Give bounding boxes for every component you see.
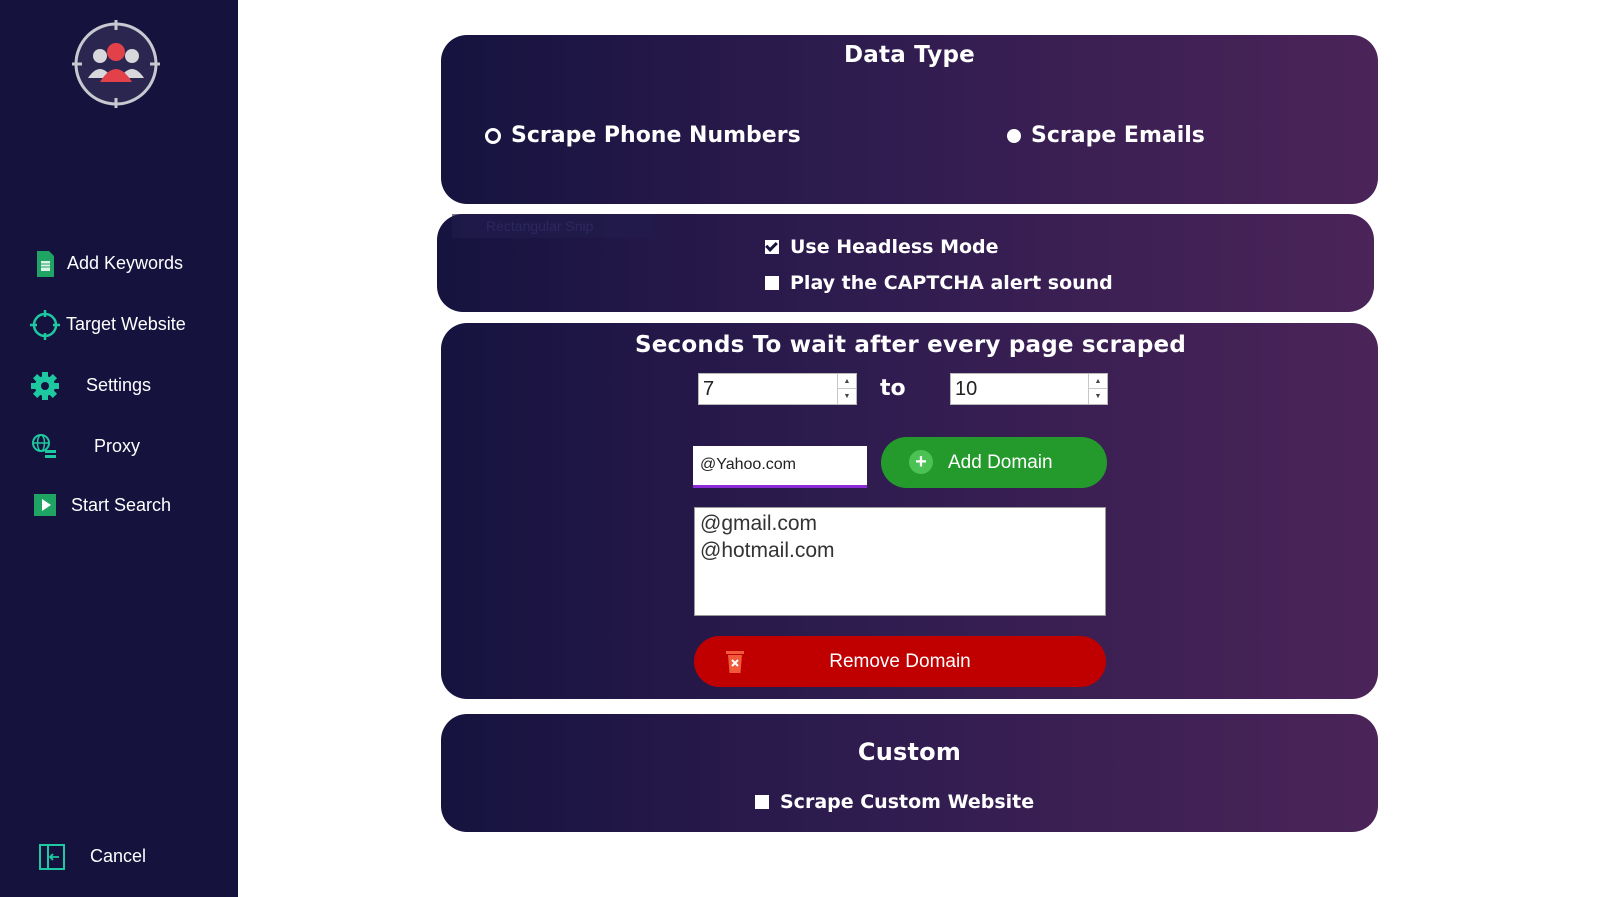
- remove-domain-button[interactable]: Remove Domain: [694, 636, 1106, 687]
- remove-domain-label: Remove Domain: [829, 651, 971, 672]
- sidebar: Add Keywords Target Website Settings Pro…: [0, 0, 238, 897]
- add-domain-button[interactable]: + Add Domain: [881, 437, 1107, 488]
- gear-icon: [31, 372, 59, 400]
- radio-scrape-phone-numbers[interactable]: Scrape Phone Numbers: [485, 123, 801, 148]
- radio-label: Scrape Emails: [1031, 123, 1205, 148]
- plus-icon: +: [909, 450, 933, 474]
- stepper-down-icon[interactable]: ▼: [1089, 389, 1107, 404]
- radio-label: Scrape Phone Numbers: [511, 123, 801, 148]
- add-domain-label: Add Domain: [948, 452, 1053, 473]
- data-type-panel: Data Type Scrape Phone Numbers Scrape Em…: [441, 35, 1378, 204]
- sidebar-item-start-search[interactable]: Start Search: [0, 485, 238, 525]
- cancel-label: Cancel: [90, 846, 147, 866]
- checkbox-captcha-sound[interactable]: Play the CAPTCHA alert sound: [765, 272, 1113, 294]
- panel-title: Data Type: [844, 42, 975, 68]
- min-seconds-value: 7: [703, 378, 715, 400]
- spreadsheet-icon: [37, 251, 54, 277]
- sidebar-item-label: Settings: [86, 375, 152, 395]
- checkbox-box: [765, 276, 779, 290]
- sidebar-item-label: Start Search: [71, 495, 172, 515]
- checkbox-label: Use Headless Mode: [790, 236, 999, 258]
- exit-icon: [39, 844, 65, 870]
- stepper-buttons[interactable]: ▲ ▼: [1088, 374, 1107, 404]
- sidebar-item-settings[interactable]: Settings: [0, 365, 238, 405]
- checkbox-box: [765, 240, 779, 254]
- stepper-up-icon[interactable]: ▲: [838, 374, 856, 389]
- panel-title: Seconds To wait after every page scraped: [634, 332, 1186, 358]
- sidebar-item-label: Add Keywords: [67, 253, 184, 273]
- checkbox-scrape-custom-website[interactable]: Scrape Custom Website: [755, 791, 1034, 813]
- sidebar-item-add-keywords[interactable]: Add Keywords: [0, 243, 238, 283]
- sidebar-item-label: Proxy: [94, 436, 141, 456]
- proxy-network-icon: [32, 434, 56, 458]
- min-seconds-stepper[interactable]: 7 ▲ ▼: [698, 373, 857, 405]
- rectangular-snip-ghost: Rectangular Snip: [452, 214, 654, 238]
- users-target-icon: [72, 20, 160, 108]
- checkbox-box: [755, 795, 769, 809]
- custom-panel: Custom: [441, 714, 1378, 832]
- panel-title: Custom: [857, 738, 962, 766]
- radio-indicator: [485, 127, 501, 144]
- list-item[interactable]: @hotmail.com: [700, 537, 1100, 564]
- radio-indicator: [1007, 128, 1021, 143]
- stepper-down-icon[interactable]: ▼: [838, 389, 856, 404]
- radio-scrape-emails[interactable]: Scrape Emails: [1007, 123, 1205, 148]
- domain-list[interactable]: @gmail.com @hotmail.com: [694, 507, 1106, 616]
- play-icon: [34, 494, 56, 516]
- to-label: to: [880, 376, 906, 401]
- sidebar-item-label: Target Website: [66, 314, 186, 334]
- checkbox-headless-mode[interactable]: Use Headless Mode: [765, 236, 999, 258]
- checkbox-label: Scrape Custom Website: [780, 791, 1035, 813]
- max-seconds-value: 10: [955, 378, 978, 400]
- stepper-up-icon[interactable]: ▲: [1089, 374, 1107, 389]
- checkbox-label: Play the CAPTCHA alert sound: [790, 272, 1113, 294]
- crosshair-icon: [30, 310, 60, 340]
- domain-input[interactable]: @Yahoo.com: [693, 446, 867, 488]
- max-seconds-stepper[interactable]: 10 ▲ ▼: [950, 373, 1108, 405]
- stepper-buttons[interactable]: ▲ ▼: [837, 374, 856, 404]
- list-item[interactable]: @gmail.com: [700, 510, 1100, 537]
- sidebar-item-target-website[interactable]: Target Website: [0, 304, 238, 344]
- sidebar-item-proxy[interactable]: Proxy: [0, 426, 238, 466]
- cancel-button[interactable]: Cancel: [0, 836, 238, 876]
